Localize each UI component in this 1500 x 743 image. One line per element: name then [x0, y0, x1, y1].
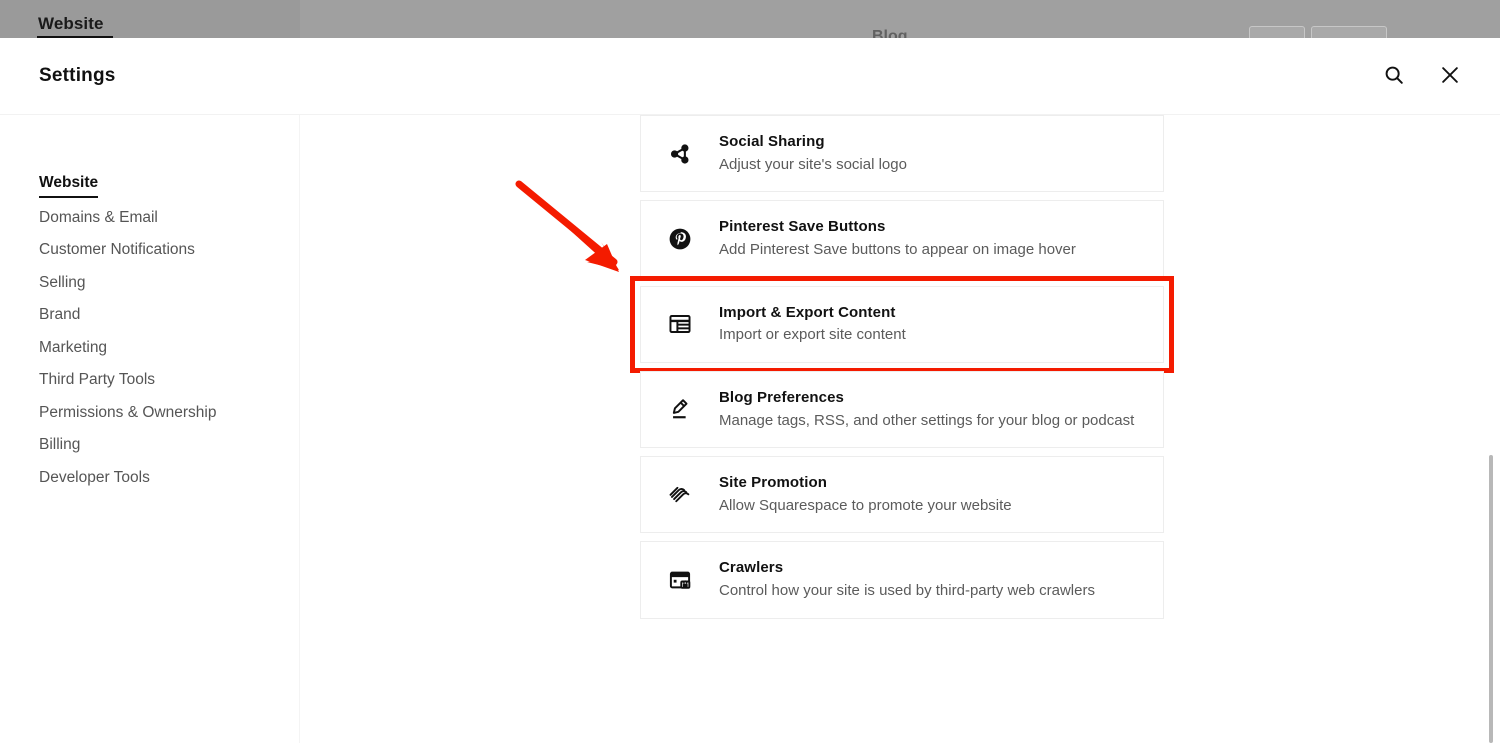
- search-button[interactable]: [1380, 62, 1408, 90]
- card-description: Adjust your site's social logo: [719, 155, 907, 173]
- crawler-lock-icon: [641, 567, 719, 593]
- card-title: Social Sharing: [719, 133, 825, 150]
- settings-body: Website Domains & Email Customer Notific…: [0, 115, 1500, 743]
- page-title: Settings: [39, 65, 116, 86]
- sidebar-item-customer-notifications[interactable]: Customer Notifications: [39, 242, 195, 275]
- sidebar-item-billing[interactable]: Billing: [39, 437, 80, 470]
- card-description: Manage tags, RSS, and other settings for…: [719, 411, 1135, 429]
- search-icon: [1383, 64, 1405, 89]
- sidebar-item-permissions-ownership[interactable]: Permissions & Ownership: [39, 404, 216, 438]
- card-text: Crawlers Control how your site is used b…: [719, 542, 1095, 617]
- content-left-spacer: [300, 115, 640, 743]
- card-crawlers[interactable]: Crawlers Control how your site is used b…: [640, 541, 1164, 619]
- card-text: Social Sharing Adjust your site's social…: [719, 116, 907, 191]
- table-grid-icon: [641, 311, 719, 337]
- header-actions: [1380, 62, 1464, 90]
- sidebar-item-domains-email[interactable]: Domains & Email: [39, 209, 158, 243]
- card-description: Add Pinterest Save buttons to appear on …: [719, 241, 1076, 258]
- card-text: Blog Preferences Manage tags, RSS, and o…: [719, 372, 1134, 447]
- sidebar-item-marketing[interactable]: Marketing: [39, 339, 107, 373]
- card-description: Allow Squarespace to promote your websit…: [719, 496, 1012, 514]
- vertical-scrollbar[interactable]: [1488, 455, 1494, 743]
- background-nav-tab-website[interactable]: Website: [38, 14, 104, 34]
- card-description: Control how your site is used by third-p…: [719, 582, 1095, 599]
- sidebar-item-developer-tools[interactable]: Developer Tools: [39, 469, 150, 503]
- card-import-export-content[interactable]: Import & Export Content Import or export…: [630, 275, 1174, 373]
- card-title: Import & Export Content: [719, 303, 896, 321]
- settings-card-list: Social Sharing Adjust your site's social…: [630, 115, 1174, 743]
- squarespace-icon: [641, 481, 719, 508]
- card-social-sharing[interactable]: Social Sharing Adjust your site's social…: [640, 115, 1164, 193]
- sidebar-item-third-party-tools[interactable]: Third Party Tools: [39, 372, 155, 405]
- sidebar-item-brand[interactable]: Brand: [39, 307, 80, 340]
- card-description: Import or export site content: [719, 326, 906, 344]
- card-text: Site Promotion Allow Squarespace to prom…: [719, 457, 1012, 532]
- card-title: Pinterest Save Buttons: [719, 218, 886, 236]
- settings-panel: Settings Website Domains & Email Custome…: [0, 38, 1500, 743]
- blog-pen-icon: [641, 396, 719, 422]
- settings-sidebar: Website Domains & Email Customer Notific…: [0, 115, 300, 743]
- settings-header: Settings: [0, 38, 1500, 115]
- card-blog-preferences[interactable]: Blog Preferences Manage tags, RSS, and o…: [640, 370, 1164, 448]
- card-site-promotion[interactable]: Site Promotion Allow Squarespace to prom…: [640, 456, 1164, 534]
- card-text: Pinterest Save Buttons Add Pinterest Sav…: [719, 201, 1076, 276]
- card-title: Blog Preferences: [719, 388, 844, 406]
- card-text: Import & Export Content Import or export…: [719, 287, 906, 362]
- close-button[interactable]: [1436, 62, 1464, 90]
- background-top-bar: Website Blog: [0, 0, 1500, 48]
- scrollbar-thumb[interactable]: [1489, 455, 1493, 743]
- card-title: Site Promotion: [719, 474, 828, 491]
- sidebar-item-website[interactable]: Website: [39, 175, 99, 198]
- close-icon: [1439, 64, 1461, 89]
- social-share-icon: [641, 141, 719, 167]
- sidebar-item-selling[interactable]: Selling: [39, 274, 86, 308]
- card-pinterest-save-buttons[interactable]: Pinterest Save Buttons Add Pinterest Sav…: [640, 200, 1164, 278]
- card-title: Crawlers: [719, 559, 784, 577]
- screen-root: Website Blog Settings Website Domains & …: [0, 0, 1500, 743]
- pinterest-icon: [641, 226, 719, 252]
